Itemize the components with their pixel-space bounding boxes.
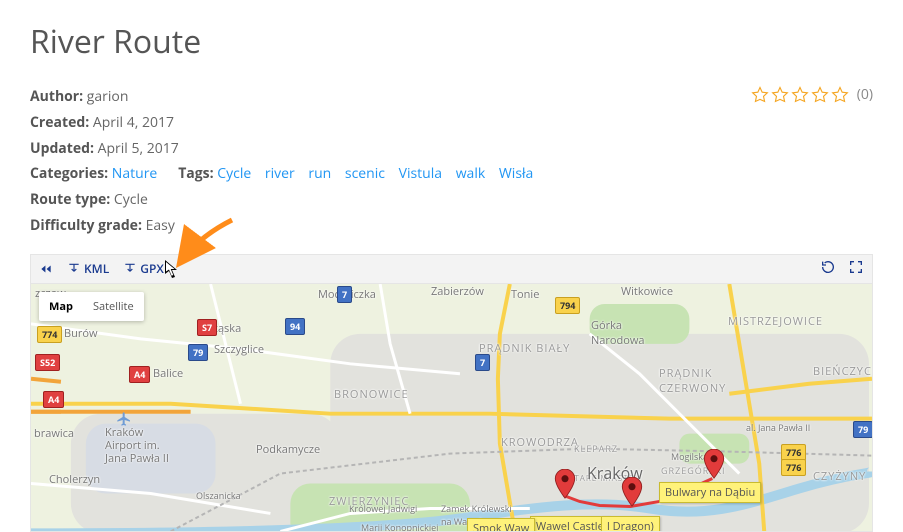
road-shield: A4 bbox=[129, 366, 150, 383]
star-icon[interactable] bbox=[791, 86, 809, 104]
difficulty-value: Easy bbox=[146, 216, 175, 235]
road-shield: 794 bbox=[555, 297, 580, 314]
marker-callout[interactable]: l Dragon) bbox=[601, 516, 660, 532]
tag-link[interactable]: walk bbox=[456, 164, 486, 183]
tag-link[interactable]: scenic bbox=[345, 164, 385, 183]
road-shield: 94 bbox=[285, 318, 305, 335]
map-type-satellite[interactable]: Satellite bbox=[83, 292, 144, 321]
star-icon[interactable] bbox=[811, 86, 829, 104]
tag-link[interactable]: Wisła bbox=[499, 164, 533, 183]
kml-label: KML bbox=[84, 260, 109, 277]
category-link[interactable]: Nature bbox=[112, 164, 157, 183]
tag-link[interactable]: Cycle bbox=[217, 164, 251, 183]
tag-link[interactable]: river bbox=[265, 164, 295, 183]
updated-value: April 5, 2017 bbox=[98, 139, 179, 158]
road-shield: 7 bbox=[475, 354, 490, 371]
page-title: River Route bbox=[30, 20, 873, 63]
tags-label: Tags: bbox=[178, 164, 213, 183]
rating-count: (0) bbox=[857, 85, 873, 104]
road-shield: 79 bbox=[853, 421, 873, 438]
author-value: garion bbox=[87, 87, 129, 106]
road-shield: 776 bbox=[781, 459, 806, 476]
created-value: April 4, 2017 bbox=[93, 113, 174, 132]
road-shield: 774 bbox=[37, 326, 62, 343]
meta-block: Author: garion Created: April 4, 2017 Up… bbox=[30, 85, 543, 240]
star-icon[interactable] bbox=[771, 86, 789, 104]
airplane-icon bbox=[116, 410, 132, 432]
rating-stars[interactable]: (0) bbox=[751, 85, 873, 104]
refresh-icon[interactable] bbox=[820, 259, 836, 279]
fullscreen-icon[interactable] bbox=[848, 259, 864, 279]
difficulty-label: Difficulty grade: bbox=[30, 216, 142, 235]
road-shield: S7 bbox=[197, 319, 217, 336]
route-type-value: Cycle bbox=[114, 190, 148, 209]
road-shield: 79 bbox=[188, 344, 208, 361]
marker-callout[interactable]: Bulwary na Dąbiu bbox=[659, 482, 761, 503]
tag-link[interactable]: run bbox=[308, 164, 331, 183]
categories-label: Categories: bbox=[30, 164, 108, 183]
download-gpx-button[interactable]: GPX bbox=[123, 260, 164, 277]
tag-link[interactable]: Vistula bbox=[399, 164, 442, 183]
rewind-button[interactable] bbox=[39, 262, 53, 276]
star-icon[interactable] bbox=[831, 86, 849, 104]
map-marker[interactable] bbox=[554, 469, 576, 499]
road-shield: S52 bbox=[35, 354, 60, 371]
route-type-label: Route type: bbox=[30, 190, 110, 209]
updated-label: Updated: bbox=[30, 139, 94, 158]
map-type-switch: Map Satellite bbox=[39, 292, 144, 321]
map-toolbar: KML GPX bbox=[30, 254, 873, 284]
map-type-map[interactable]: Map bbox=[39, 292, 83, 321]
road-shield: 7 bbox=[337, 286, 352, 303]
map-marker[interactable] bbox=[703, 449, 725, 479]
author-label: Author: bbox=[30, 87, 83, 106]
created-label: Created: bbox=[30, 113, 89, 132]
road-shield: A4 bbox=[43, 391, 64, 408]
star-icon[interactable] bbox=[751, 86, 769, 104]
gpx-label: GPX bbox=[140, 260, 164, 277]
marker-callout[interactable]: Wawel Castle bbox=[530, 516, 610, 532]
download-kml-button[interactable]: KML bbox=[67, 260, 109, 277]
map-marker[interactable] bbox=[621, 477, 643, 507]
map[interactable]: Map Satellite zczow Burów Szczyglice Rzą… bbox=[30, 284, 873, 532]
